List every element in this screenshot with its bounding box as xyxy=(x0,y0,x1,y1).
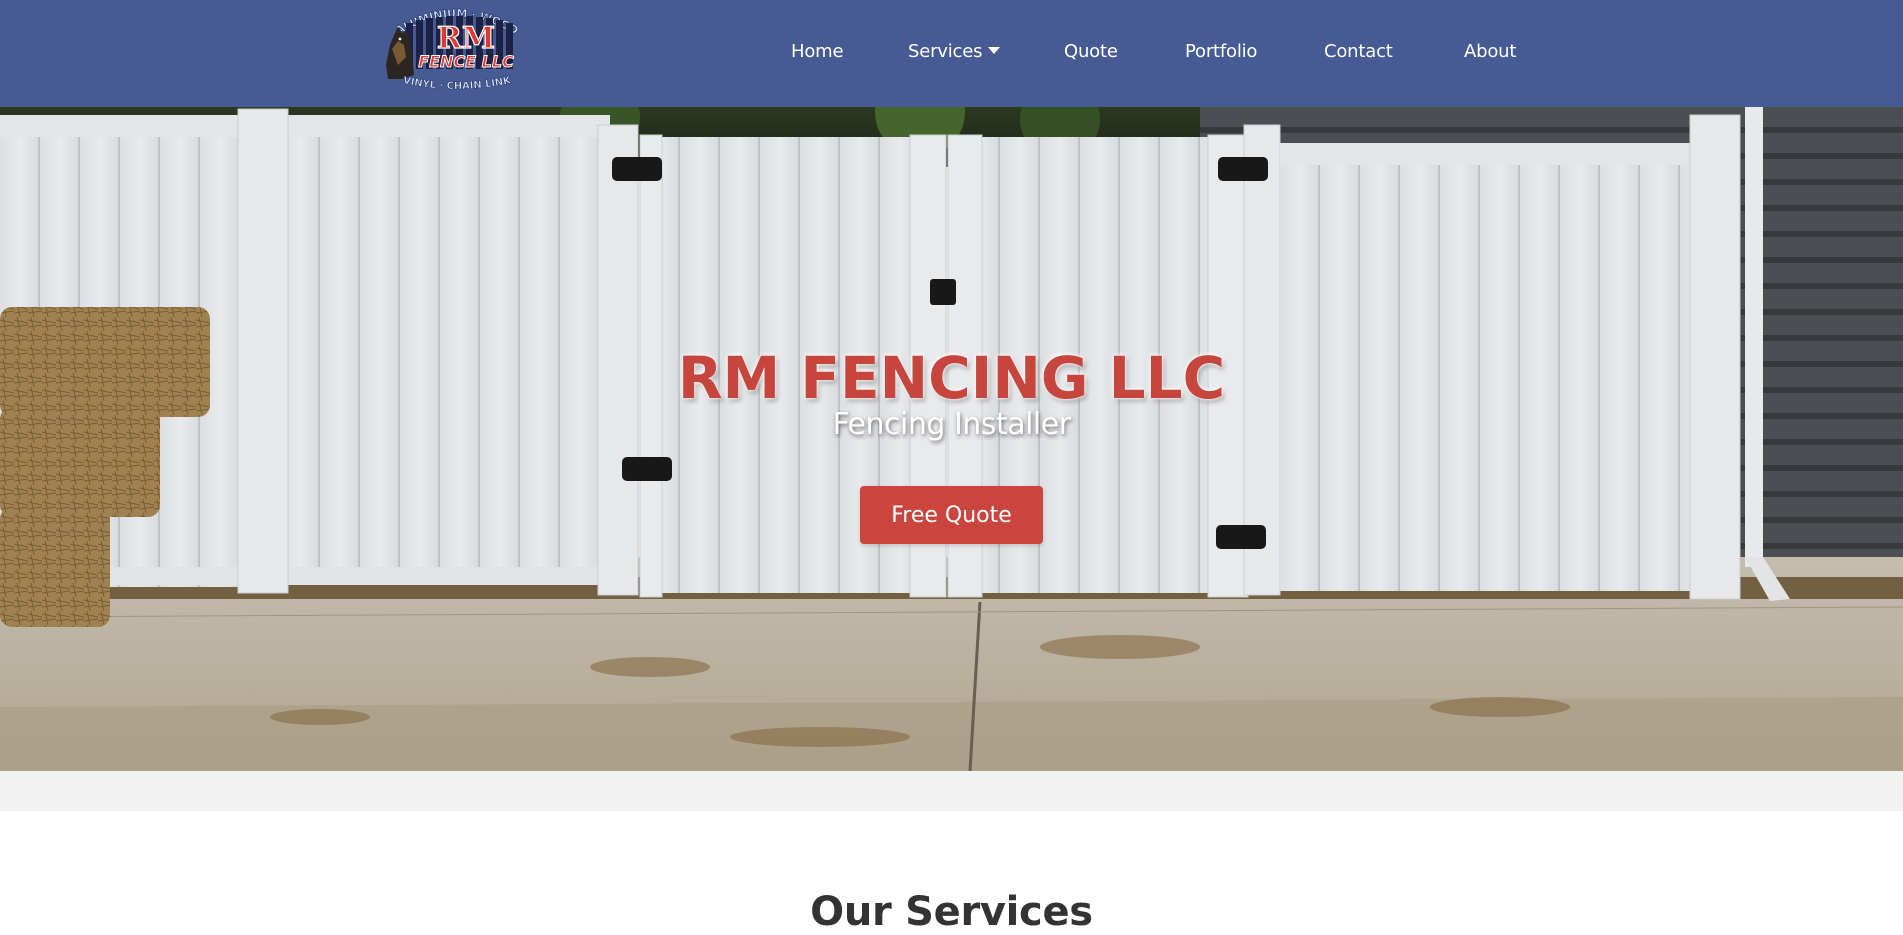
nav-portfolio[interactable]: Portfolio xyxy=(1185,40,1257,64)
services-heading: Our Services xyxy=(810,889,1093,935)
services-section: Our Services xyxy=(0,811,1903,935)
section-divider xyxy=(0,771,1903,811)
hero-title: RM FENCING LLC xyxy=(677,343,1226,412)
nav-about[interactable]: About xyxy=(1464,40,1516,64)
site-header: ALUMINIUM · WOOD xyxy=(0,0,1903,107)
nav-quote-label: Quote xyxy=(1064,41,1118,62)
nav-home[interactable]: Home xyxy=(791,40,844,64)
nav-home-label: Home xyxy=(791,41,844,62)
nav-about-label: About xyxy=(1464,41,1517,62)
nav-contact-label: Contact xyxy=(1324,41,1393,62)
main-nav: Home Services Quote Portfolio Contact Ab… xyxy=(0,0,1903,107)
nav-quote[interactable]: Quote xyxy=(1064,40,1118,64)
nav-services[interactable]: Services xyxy=(908,40,1001,64)
nav-services-label: Services xyxy=(908,41,983,62)
hero-section: RM FENCING LLC Fencing Installer Free Qu… xyxy=(0,107,1903,771)
free-quote-button[interactable]: Free Quote xyxy=(860,486,1043,544)
nav-portfolio-label: Portfolio xyxy=(1185,41,1258,62)
nav-contact[interactable]: Contact xyxy=(1324,40,1393,64)
hero-subtitle: Fencing Installer xyxy=(832,407,1071,442)
chevron-down-icon xyxy=(988,47,1001,54)
